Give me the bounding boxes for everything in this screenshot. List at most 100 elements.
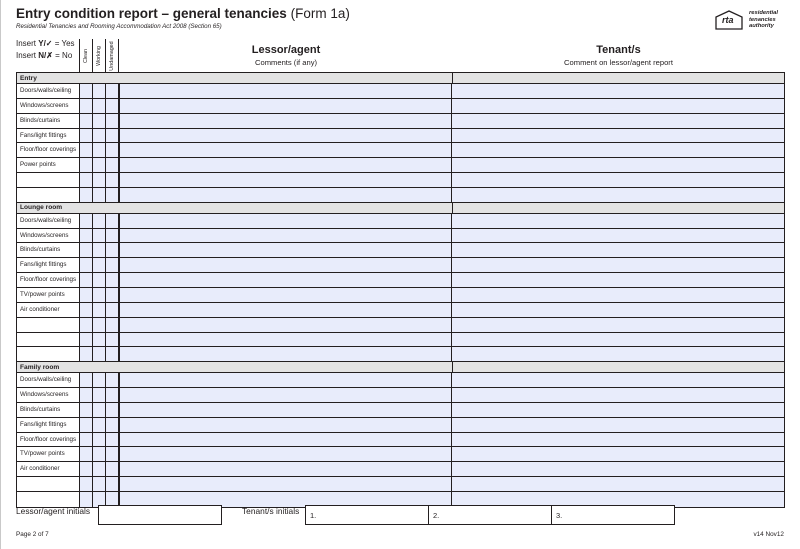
check-clean-field[interactable]: [80, 143, 93, 158]
check-working-field[interactable]: [93, 213, 106, 228]
lessor-comment-field[interactable]: [119, 158, 452, 173]
check-undamaged-field[interactable]: [106, 158, 119, 173]
check-undamaged-field[interactable]: [106, 317, 119, 332]
check-undamaged-field[interactable]: [106, 173, 119, 187]
lessor-comment-field[interactable]: [119, 173, 452, 187]
check-undamaged-field[interactable]: [106, 98, 119, 113]
tenant-comment-field[interactable]: [452, 143, 784, 158]
lessor-comment-field[interactable]: [119, 187, 452, 202]
check-clean-field[interactable]: [80, 302, 93, 317]
lessor-comment-field[interactable]: [119, 432, 452, 447]
check-working-field[interactable]: [93, 373, 106, 388]
tenant-comment-field[interactable]: [452, 388, 784, 402]
check-working-field[interactable]: [93, 273, 106, 287]
check-clean-field[interactable]: [80, 373, 93, 388]
tenant-comment-field[interactable]: [452, 462, 784, 477]
tenant-comment-field[interactable]: [452, 84, 784, 98]
tenant-comment-field[interactable]: [452, 317, 784, 332]
check-working-field[interactable]: [93, 98, 106, 113]
check-working-field[interactable]: [93, 317, 106, 332]
lessor-comment-field[interactable]: [119, 98, 452, 113]
lessor-comment-field[interactable]: [119, 258, 452, 273]
tenant-comment-field[interactable]: [452, 287, 784, 302]
check-clean-field[interactable]: [80, 258, 93, 273]
check-working-field[interactable]: [93, 158, 106, 173]
check-working-field[interactable]: [93, 228, 106, 243]
lessor-comment-field[interactable]: [119, 84, 452, 98]
lessor-comment-field[interactable]: [119, 317, 452, 332]
tenant-comment-field[interactable]: [452, 258, 784, 273]
lessor-comment-field[interactable]: [119, 213, 452, 228]
check-undamaged-field[interactable]: [106, 243, 119, 258]
tenant-comment-field[interactable]: [452, 243, 784, 258]
lessor-comment-field[interactable]: [119, 287, 452, 302]
check-clean-field[interactable]: [80, 113, 93, 128]
lessor-comment-field[interactable]: [119, 462, 452, 477]
check-clean-field[interactable]: [80, 432, 93, 447]
lessor-comment-field[interactable]: [119, 477, 452, 491]
tenant-comment-field[interactable]: [452, 417, 784, 432]
check-undamaged-field[interactable]: [106, 258, 119, 273]
lessor-comment-field[interactable]: [119, 373, 452, 388]
check-clean-field[interactable]: [80, 98, 93, 113]
lessor-comment-field[interactable]: [119, 302, 452, 317]
check-clean-field[interactable]: [80, 447, 93, 462]
check-undamaged-field[interactable]: [106, 477, 119, 491]
check-clean-field[interactable]: [80, 158, 93, 173]
check-clean-field[interactable]: [80, 187, 93, 202]
tenant-comment-field[interactable]: [452, 273, 784, 287]
check-working-field[interactable]: [93, 388, 106, 402]
tenant-initials-field-3[interactable]: 3.: [551, 505, 675, 525]
tenant-comment-field[interactable]: [452, 187, 784, 202]
tenant-comment-field[interactable]: [452, 402, 784, 417]
lessor-comment-field[interactable]: [119, 243, 452, 258]
check-working-field[interactable]: [93, 287, 106, 302]
check-clean-field[interactable]: [80, 417, 93, 432]
lessor-comment-field[interactable]: [119, 388, 452, 402]
lessor-comment-field[interactable]: [119, 273, 452, 287]
check-working-field[interactable]: [93, 173, 106, 187]
check-working-field[interactable]: [93, 477, 106, 491]
check-undamaged-field[interactable]: [106, 273, 119, 287]
check-working-field[interactable]: [93, 258, 106, 273]
lessor-comment-field[interactable]: [119, 143, 452, 158]
tenant-comment-field[interactable]: [452, 98, 784, 113]
check-clean-field[interactable]: [80, 228, 93, 243]
lessor-comment-field[interactable]: [119, 447, 452, 462]
tenant-comment-field[interactable]: [452, 477, 784, 491]
check-undamaged-field[interactable]: [106, 417, 119, 432]
check-working-field[interactable]: [93, 113, 106, 128]
check-clean-field[interactable]: [80, 462, 93, 477]
check-clean-field[interactable]: [80, 317, 93, 332]
lessor-comment-field[interactable]: [119, 128, 452, 143]
check-undamaged-field[interactable]: [106, 462, 119, 477]
tenant-initials-field-1[interactable]: 1.: [305, 505, 429, 525]
tenant-initials-field-2[interactable]: 2.: [428, 505, 552, 525]
tenant-comment-field[interactable]: [452, 447, 784, 462]
tenant-comment-field[interactable]: [452, 373, 784, 388]
check-undamaged-field[interactable]: [106, 432, 119, 447]
check-working-field[interactable]: [93, 417, 106, 432]
check-working-field[interactable]: [93, 243, 106, 258]
check-clean-field[interactable]: [80, 173, 93, 187]
tenant-comment-field[interactable]: [452, 228, 784, 243]
check-undamaged-field[interactable]: [106, 143, 119, 158]
tenant-comment-field[interactable]: [452, 158, 784, 173]
tenant-comment-field[interactable]: [452, 302, 784, 317]
check-working-field[interactable]: [93, 187, 106, 202]
check-undamaged-field[interactable]: [106, 128, 119, 143]
check-clean-field[interactable]: [80, 287, 93, 302]
lessor-comment-field[interactable]: [119, 347, 452, 362]
check-clean-field[interactable]: [80, 388, 93, 402]
lessor-comment-field[interactable]: [119, 113, 452, 128]
check-undamaged-field[interactable]: [106, 373, 119, 388]
check-clean-field[interactable]: [80, 243, 93, 258]
lessor-comment-field[interactable]: [119, 332, 452, 347]
check-clean-field[interactable]: [80, 84, 93, 98]
lessor-initials-field[interactable]: [98, 505, 222, 525]
check-undamaged-field[interactable]: [106, 187, 119, 202]
check-undamaged-field[interactable]: [106, 302, 119, 317]
check-clean-field[interactable]: [80, 491, 93, 507]
check-clean-field[interactable]: [80, 332, 93, 347]
tenant-comment-field[interactable]: [452, 113, 784, 128]
